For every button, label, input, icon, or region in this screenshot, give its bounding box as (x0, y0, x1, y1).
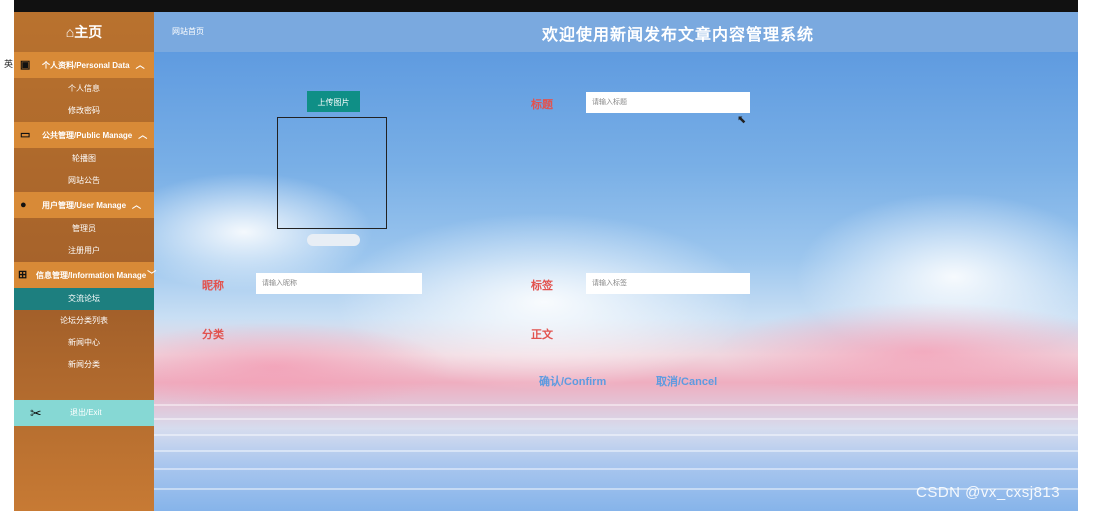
sidebar-item-admins[interactable]: 管理员 (14, 218, 154, 240)
title-label: 标题 (531, 99, 553, 111)
group-label: 个人资料/Personal Data (42, 61, 130, 70)
sidebar-item-news-categories[interactable]: 新闻分类 (14, 354, 154, 376)
logout-label: 退出/Exit (70, 408, 102, 417)
water-ripple (154, 468, 1078, 470)
sidebar-item-news-center[interactable]: 新闻中心 (14, 332, 154, 354)
nickname-input[interactable]: 请输入昵称 (256, 273, 422, 294)
main-content: 上传图片 标题 请输入标题 ⬉ 昵称 请输入昵称 标签 请输入标签 分类 正文 … (154, 52, 1078, 511)
window-top-border (14, 0, 1078, 12)
water-ripple (154, 404, 1078, 406)
title-input[interactable]: 请输入标题 (586, 92, 750, 113)
watermark: CSDN @vx_cxsj813 (916, 484, 1061, 501)
user-card-icon: ▣ (20, 59, 31, 71)
chevron-up-icon: ︿ (138, 130, 148, 140)
sidebar-item-personal-info[interactable]: 个人信息 (14, 78, 154, 100)
top-header: 网站首页 欢迎使用新闻发布文章内容管理系统 (154, 12, 1078, 52)
chevron-up-icon: ︿ (132, 200, 142, 210)
pink-hill-decoration (714, 302, 1078, 402)
group-public-manage[interactable]: ▭ 公共管理/Public Manage ︿ (14, 122, 154, 148)
water-ripple (154, 434, 1078, 436)
category-label: 分类 (202, 329, 224, 341)
tag-input[interactable]: 请输入标签 (586, 273, 750, 294)
system-title: 欢迎使用新闻发布文章内容管理系统 (542, 27, 815, 44)
sidebar-item-forum[interactable]: 交流论坛 (14, 288, 154, 310)
water-ripple (154, 450, 1078, 452)
window-right-margin (1078, 0, 1099, 511)
group-label: 信息管理/Information Manage (36, 271, 147, 280)
hierarchy-icon: ⊞ (18, 269, 28, 281)
confirm-button[interactable]: 确认/Confirm (539, 373, 606, 389)
user-gear-icon: ● (20, 199, 27, 211)
tag-label: 标签 (531, 280, 553, 292)
logout-button[interactable]: ✂ 退出/Exit (14, 400, 154, 426)
group-label: 公共管理/Public Manage (42, 131, 133, 140)
group-user-manage[interactable]: ● 用户管理/User Manage ︿ (14, 192, 154, 218)
image-preview-caption-bar (307, 234, 360, 246)
logout-icon: ✂ (30, 405, 42, 421)
sidebar-item-change-password[interactable]: 修改密码 (14, 100, 154, 122)
sidebar-item-announcements[interactable]: 网站公告 (14, 170, 154, 192)
language-badge: 英 (4, 59, 14, 69)
cancel-button[interactable]: 取消/Cancel (656, 373, 717, 389)
water-ripple (154, 418, 1078, 420)
app-frame: 网站首页 欢迎使用新闻发布文章内容管理系统 上传图片 标题 请输入标题 ⬉ 昵称… (0, 0, 1099, 511)
body-label: 正文 (531, 329, 553, 341)
sidebar-item-registered-users[interactable]: 注册用户 (14, 240, 154, 262)
sidebar-item-carousel[interactable]: 轮播图 (14, 148, 154, 170)
group-personal-data[interactable]: ▣ 个人资料/Personal Data ︿ (14, 52, 154, 78)
upload-image-button[interactable]: 上传图片 (307, 91, 360, 112)
group-information-manage[interactable]: ⊞ 信息管理/Information Manage﹀ (14, 262, 157, 288)
sidebar-item-forum-categories[interactable]: 论坛分类列表 (14, 310, 154, 332)
sidebar: ⌂主页 ▣ 个人资料/Personal Data ︿ 个人信息 修改密码 ▭ 公共… (14, 12, 157, 511)
monitor-icon: ▭ (20, 129, 31, 141)
chevron-up-icon: ︿ (135, 60, 145, 70)
chevron-down-icon: ﹀ (147, 270, 157, 280)
image-preview-box[interactable] (277, 117, 387, 229)
home-link[interactable]: ⌂主页 (14, 12, 154, 52)
breadcrumb-home[interactable]: 网站首页 (172, 26, 204, 37)
nickname-label: 昵称 (202, 280, 224, 292)
group-label: 用户管理/User Manage (42, 201, 127, 210)
mouse-cursor-icon: ⬉ (737, 114, 747, 126)
